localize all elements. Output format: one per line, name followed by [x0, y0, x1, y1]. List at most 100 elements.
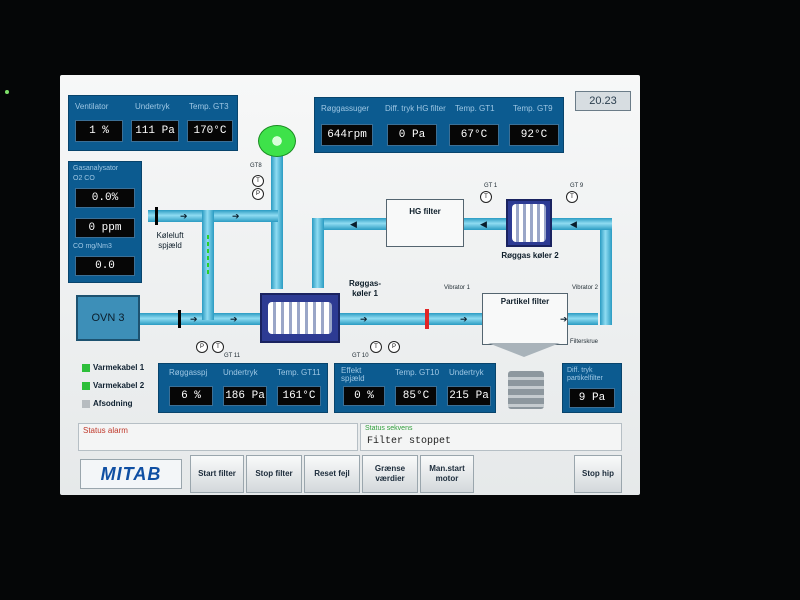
damper-koleluft — [155, 207, 158, 225]
label-undertryk-a: Undertryk — [223, 368, 258, 377]
label-roggas-koler-1: Røggas- køler 1 — [349, 279, 381, 298]
pipe-main-left — [140, 313, 260, 325]
value-temp-gt9: 92°C — [509, 124, 559, 146]
flow-arrow: ◀ — [480, 219, 487, 229]
panel-diff-tryk-partikel: Diff. tryk partikelfilter 9 Pa — [562, 363, 622, 413]
value-o2: 0.0% — [75, 188, 135, 208]
label-roggasspj: Røggasspj — [169, 368, 208, 377]
stop-filter-button[interactable]: Stop filter — [246, 455, 302, 493]
value-effekt: 0 % — [343, 386, 385, 406]
flow-arrow: ◀ — [350, 219, 357, 229]
pipe-right-riser — [600, 225, 612, 325]
label-effekt: Effekt spjæld — [341, 366, 365, 383]
status-sequence-value: Filter stoppet — [367, 436, 452, 447]
roggas-koler-2 — [506, 199, 552, 247]
flow-arrow: ➔ — [232, 211, 240, 221]
tag-gt11: GT 11 — [224, 353, 241, 359]
fan-icon — [258, 125, 296, 157]
value-diff-tryk-partikel: 9 Pa — [569, 388, 615, 408]
sensor-gt9-t: T — [566, 191, 578, 203]
label-filtersnegl: Filterskrue — [570, 339, 599, 345]
label-gasanalysator: Gasanalysator — [73, 165, 119, 172]
status-alarm-box: Status alarm — [78, 423, 358, 451]
value-temp-gt11: 161°C — [277, 386, 321, 406]
panel-roggassuger: Røggassuger Diff. tryk HG filter Temp. G… — [314, 97, 564, 153]
legend-swatch — [82, 381, 90, 390]
value-undertryk-b: 215 Pa — [447, 386, 491, 406]
legend-swatch — [82, 399, 90, 408]
label-undertryk: Undertryk — [135, 102, 170, 111]
flow-arrow: ➔ — [560, 314, 568, 324]
label-co-mg: CO mg/Nm3 — [73, 243, 112, 250]
clock-display: 20.23 — [575, 91, 631, 111]
value-temp-gt1: 67°C — [449, 124, 499, 146]
reset-fejl-button[interactable]: Reset fejl — [304, 455, 360, 493]
label-roggas-koler-2: Røggas køler 2 — [501, 251, 559, 260]
hmi-screen: 20.23 Ventilator Undertryk Temp. GT3 1 %… — [60, 75, 640, 495]
label-diff-tryk-hg: Diff. tryk HG filter — [385, 104, 446, 113]
panel-effekt: Effekt spjæld Temp. GT10 Undertryk 0 % 8… — [334, 363, 496, 413]
panel-roggasspj: Røggasspj Undertryk Temp. GT11 6 % 186 P… — [158, 363, 328, 413]
label-undertryk-b: Undertryk — [449, 368, 484, 377]
value-temp-gt10: 85°C — [395, 386, 437, 406]
start-filter-button[interactable]: Start filter — [190, 455, 244, 493]
ovn3-button[interactable]: OVN 3 — [76, 295, 140, 341]
label-temp-gt9: Temp. GT9 — [513, 104, 553, 113]
stop-hip-button[interactable]: Stop hip — [574, 455, 622, 493]
sensor-gt8-p: P — [252, 188, 264, 200]
sensor-gt10-p: P — [388, 341, 400, 353]
value-diff-tryk-hg: 0 Pa — [387, 124, 437, 146]
sensor-gt10-t: T — [370, 341, 382, 353]
flow-arrow: ◀ — [570, 219, 577, 229]
legend-afsodning: Afsodning — [82, 399, 133, 408]
pipe-top-return — [318, 218, 612, 230]
label-vibrator-2: Vibrator 2 — [572, 285, 598, 291]
sensor-gt11-t: T — [212, 341, 224, 353]
pipe-fan-column — [271, 155, 283, 289]
graense-vaerdier-button[interactable]: Grænse værdier — [362, 455, 418, 493]
label-o2-co: O2 CO — [73, 175, 95, 182]
flow-arrow: ➔ — [180, 211, 188, 221]
damper-red — [425, 309, 429, 329]
status-sequence-box: Status sekvens Filter stoppet — [360, 423, 622, 451]
status-alarm-label: Status alarm — [83, 426, 128, 435]
koleluft-level — [207, 235, 209, 275]
value-roggassuger: 644rpm — [321, 124, 373, 146]
label-vibrator-1: Vibrator 1 — [444, 285, 470, 291]
value-co-mg: 0.0 — [75, 256, 135, 276]
legend-varmekabel-2: Varmekabel 2 — [82, 381, 144, 390]
label-temp-gt11: Temp. GT11 — [277, 368, 321, 377]
label-temp-gt3: Temp. GT3 — [189, 102, 229, 111]
panel-gasanalysator: Gasanalysator O2 CO 0.0% 0 ppm CO mg/Nm3… — [68, 161, 142, 283]
label-hg-filter: HG filter — [409, 207, 441, 216]
value-roggasspj: 6 % — [169, 386, 213, 406]
roggas-koler-1 — [260, 293, 340, 343]
legend-varmekabel-1: Varmekabel 1 — [82, 363, 144, 372]
flow-arrow: ➔ — [360, 314, 368, 324]
label-ventilator: Ventilator — [75, 102, 109, 111]
label-diff-tryk-partikel: Diff. tryk partikelfilter — [567, 367, 603, 382]
value-undertryk-a: 186 Pa — [223, 386, 267, 406]
mitab-logo: MITAB — [80, 459, 182, 489]
man-start-motor-button[interactable]: Man.start motor — [420, 455, 474, 493]
label-partikel-filter: Partikel filter — [500, 297, 550, 306]
label-koleluft: Køleluft spjæld — [156, 231, 184, 250]
flow-arrow: ➔ — [460, 314, 468, 324]
panel-ventilator: Ventilator Undertryk Temp. GT3 1 % 111 P… — [68, 95, 238, 151]
tag-gt10: GT 10 — [352, 353, 369, 359]
label-temp-gt10: Temp. GT10 — [395, 368, 440, 377]
partikel-hopper — [488, 343, 560, 357]
legend-swatch — [82, 363, 90, 372]
label-roggassuger: Røggassuger — [321, 104, 370, 113]
sensor-gt11-p: P — [196, 341, 208, 353]
sensor-gt8-t: T — [252, 175, 264, 187]
tag-gt8: GT8 — [250, 163, 262, 169]
value-undertryk: 111 Pa — [131, 120, 179, 142]
power-led — [5, 90, 9, 94]
label-temp-gt1: Temp. GT1 — [455, 104, 495, 113]
pipe-mid-riser — [312, 218, 324, 288]
tag-gt9: GT 9 — [570, 183, 584, 189]
value-ventilator: 1 % — [75, 120, 123, 142]
flow-arrow: ➔ — [230, 314, 238, 324]
status-sequence-label: Status sekvens — [365, 425, 413, 432]
